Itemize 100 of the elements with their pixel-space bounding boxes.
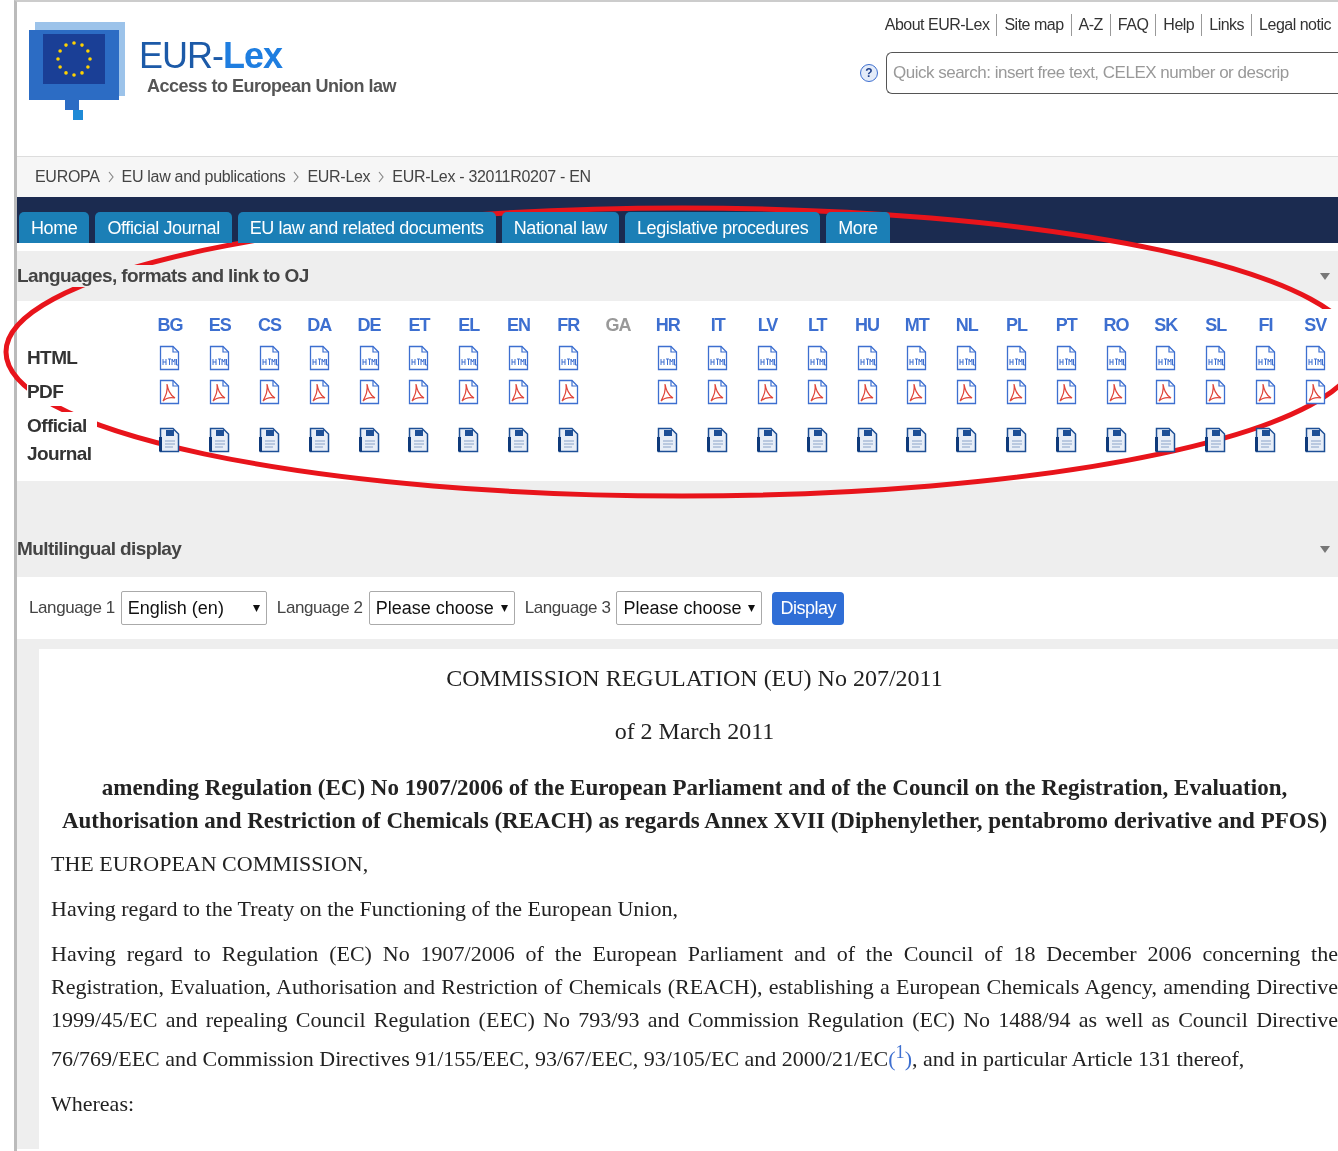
- html-file-icon[interactable]: [159, 345, 181, 371]
- journal-document-icon[interactable]: [1055, 427, 1077, 453]
- html-file-icon[interactable]: [906, 345, 928, 371]
- pdf-file-icon[interactable]: [856, 379, 878, 405]
- journal-document-icon[interactable]: [557, 427, 579, 453]
- journal-document-icon[interactable]: [458, 427, 480, 453]
- pdf-file-icon[interactable]: [308, 379, 330, 405]
- top-link[interactable]: FAQ: [1110, 16, 1156, 34]
- journal-document-icon[interactable]: [756, 427, 778, 453]
- html-file-icon[interactable]: [507, 345, 529, 371]
- html-file-icon[interactable]: [707, 345, 729, 371]
- html-file-icon[interactable]: [408, 345, 430, 371]
- top-link[interactable]: Site map: [997, 16, 1071, 34]
- pdf-file-icon[interactable]: [1005, 379, 1027, 405]
- html-file-icon[interactable]: [1005, 345, 1027, 371]
- top-link[interactable]: About EUR-Lex: [877, 16, 997, 34]
- top-link[interactable]: Help: [1156, 16, 1202, 34]
- journal-document-icon[interactable]: [1205, 427, 1227, 453]
- breadcrumb-link[interactable]: EUROPA: [35, 168, 100, 186]
- pdf-file-icon[interactable]: [1254, 379, 1276, 405]
- language-select[interactable]: Please choose: [368, 591, 515, 625]
- journal-document-icon[interactable]: [308, 427, 330, 453]
- nav-tab[interactable]: National law: [501, 212, 619, 243]
- journal-document-icon[interactable]: [1304, 427, 1326, 453]
- html-file-icon[interactable]: [1055, 345, 1077, 371]
- pdf-file-icon[interactable]: [1155, 379, 1177, 405]
- pdf-file-icon[interactable]: [1055, 379, 1077, 405]
- pdf-file-icon[interactable]: [906, 379, 928, 405]
- display-button[interactable]: Display: [772, 591, 844, 625]
- chevron-icon: [107, 171, 114, 183]
- journal-document-icon[interactable]: [507, 427, 529, 453]
- html-file-icon[interactable]: [956, 345, 978, 371]
- pdf-file-icon[interactable]: [507, 379, 529, 405]
- journal-document-icon[interactable]: [1155, 427, 1177, 453]
- pdf-file-icon[interactable]: [956, 379, 978, 405]
- html-file-icon[interactable]: [756, 345, 778, 371]
- html-file-icon[interactable]: [458, 345, 480, 371]
- journal-document-icon[interactable]: [209, 427, 231, 453]
- top-link[interactable]: Links: [1202, 16, 1252, 34]
- journal-document-icon[interactable]: [358, 427, 380, 453]
- pdf-file-icon[interactable]: [756, 379, 778, 405]
- eu-flag-logo-icon: [27, 20, 127, 122]
- journal-document-icon[interactable]: [159, 427, 181, 453]
- html-file-icon[interactable]: [657, 345, 679, 371]
- html-file-icon[interactable]: [806, 345, 828, 371]
- section-title[interactable]: Languages, formats and link to OJ: [17, 265, 309, 287]
- footnote-link[interactable]: ($^{1}$): [888, 1046, 912, 1072]
- nav-tab[interactable]: EU law and related documents: [237, 212, 496, 243]
- pdf-file-icon[interactable]: [358, 379, 380, 405]
- chevron-icon: [378, 171, 385, 183]
- journal-document-icon[interactable]: [906, 427, 928, 453]
- collapse-icon: [1320, 545, 1330, 553]
- nav-tab[interactable]: More: [826, 212, 890, 243]
- pdf-file-icon[interactable]: [259, 379, 280, 405]
- journal-document-icon[interactable]: [956, 427, 978, 453]
- html-file-icon[interactable]: [1105, 345, 1127, 371]
- language-select[interactable]: English (en): [120, 591, 267, 625]
- pdf-file-icon[interactable]: [458, 379, 480, 405]
- journal-document-icon[interactable]: [657, 427, 679, 453]
- top-link[interactable]: Legal notic: [1252, 16, 1338, 34]
- html-file-icon[interactable]: [856, 345, 878, 371]
- pdf-file-icon[interactable]: [1105, 379, 1127, 405]
- breadcrumb-link[interactable]: EUR-Lex: [307, 168, 371, 186]
- pdf-file-icon[interactable]: [209, 379, 231, 405]
- journal-document-icon[interactable]: [1105, 427, 1127, 453]
- html-file-icon[interactable]: [1304, 345, 1326, 371]
- journal-document-icon[interactable]: [408, 427, 430, 453]
- site-title: EUR-Lex: [139, 32, 284, 78]
- html-file-icon[interactable]: [358, 345, 380, 371]
- language-select[interactable]: Please choose: [616, 591, 763, 625]
- pdf-file-icon[interactable]: [1205, 379, 1227, 405]
- journal-document-icon[interactable]: [1005, 427, 1027, 453]
- pdf-file-icon[interactable]: [159, 379, 181, 405]
- breadcrumb-link[interactable]: EUR-Lex - 32011R0207 - EN: [392, 168, 591, 186]
- pdf-file-icon[interactable]: [657, 379, 679, 405]
- html-file-icon[interactable]: [259, 345, 280, 371]
- journal-document-icon[interactable]: [806, 427, 828, 453]
- html-file-icon[interactable]: [1254, 345, 1276, 371]
- journal-document-icon[interactable]: [707, 427, 729, 453]
- pdf-file-icon[interactable]: [557, 379, 579, 405]
- journal-document-icon[interactable]: [259, 427, 280, 453]
- html-file-icon[interactable]: [1205, 345, 1227, 371]
- html-file-icon[interactable]: [308, 345, 330, 371]
- top-link[interactable]: A-Z: [1071, 16, 1110, 34]
- nav-tab[interactable]: Official Journal: [95, 212, 232, 243]
- journal-document-icon[interactable]: [1254, 427, 1276, 453]
- breadcrumb-link[interactable]: EU law and publications: [121, 168, 286, 186]
- nav-tab[interactable]: Home: [19, 212, 90, 243]
- journal-document-icon[interactable]: [856, 427, 878, 453]
- html-file-icon[interactable]: [209, 345, 231, 371]
- pdf-file-icon[interactable]: [408, 379, 430, 405]
- pdf-file-icon[interactable]: [707, 379, 729, 405]
- nav-tab[interactable]: Legislative procedures: [624, 212, 821, 243]
- pdf-file-icon[interactable]: [806, 379, 828, 405]
- document-title: COMMISSION REGULATION (EU) No 207/2011: [445, 665, 944, 692]
- html-file-icon[interactable]: [1155, 345, 1177, 371]
- pdf-file-icon[interactable]: [1304, 379, 1326, 405]
- html-file-icon[interactable]: [557, 345, 579, 371]
- help-icon[interactable]: ?: [860, 64, 878, 82]
- search-field[interactable]: Quick search: insert free text, CELEX number or descrip: [886, 52, 1338, 94]
